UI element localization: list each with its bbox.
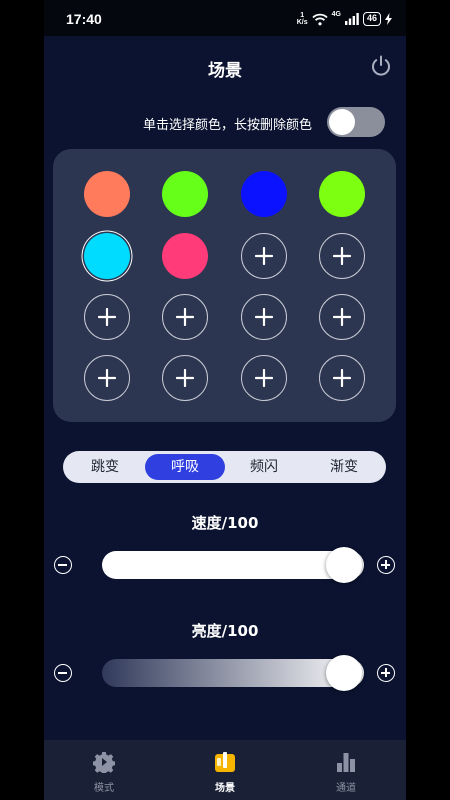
mode-tabs: 跳变 呼吸 频闪 渐变 (63, 451, 386, 483)
brightness-slider-thumb[interactable] (326, 655, 363, 691)
page-title: 场景 (208, 61, 242, 81)
network-speed-icon: 1 K/s (297, 12, 308, 26)
mode-tab[interactable]: 渐变 (304, 454, 384, 480)
add-color-button[interactable] (162, 355, 208, 401)
bar-chart-icon (337, 753, 355, 772)
brightness-decrease-button[interactable] (54, 664, 72, 682)
plus-icon (333, 247, 351, 265)
speed-label: 速度/100 (191, 514, 259, 532)
mode-tab[interactable]: 频闪 (224, 454, 304, 480)
color-swatch[interactable] (241, 171, 287, 217)
mode-tab[interactable]: 呼吸 (145, 454, 225, 480)
network-type: 4G (331, 11, 341, 18)
nav-label-mode: 模式 (94, 783, 114, 794)
brightness-slider-track[interactable] (102, 659, 364, 687)
add-color-button[interactable] (319, 355, 365, 401)
gear-icon (93, 752, 115, 773)
status-time: 17:40 (66, 11, 102, 27)
color-swatch[interactable] (162, 233, 208, 279)
wifi-icon (312, 13, 328, 25)
app-screen: 17:40 1 K/s 4G 46 场景 单击选择颜色，长按删除颜色 跳变 呼吸… (44, 0, 406, 800)
nav-item-scene[interactable]: 场景 (165, 740, 285, 800)
speed-slider-track[interactable] (102, 551, 364, 579)
scene-icon (215, 752, 235, 772)
plus-icon (255, 308, 273, 326)
brightness-increase-button[interactable] (377, 664, 395, 682)
power-icon[interactable] (370, 55, 392, 77)
plus-icon (176, 308, 194, 326)
plus-icon (333, 308, 351, 326)
nav-item-mode[interactable]: 模式 (44, 740, 164, 800)
speed-slider-thumb[interactable] (326, 547, 363, 583)
nav-label-channel: 通道 (336, 783, 356, 794)
add-color-button[interactable] (241, 355, 287, 401)
add-color-button[interactable] (84, 294, 130, 340)
add-color-button[interactable] (319, 233, 365, 279)
add-color-button[interactable] (84, 355, 130, 401)
color-swatch[interactable] (319, 171, 365, 217)
status-icons: 1 K/s 4G 46 (297, 11, 392, 27)
add-color-button[interactable] (319, 294, 365, 340)
delete-mode-toggle[interactable] (327, 107, 385, 137)
plus-icon (98, 369, 116, 387)
plus-icon (255, 369, 273, 387)
battery-icon: 46 (362, 12, 381, 26)
bottom-nav: 模式 场景 通道 (44, 740, 406, 800)
plus-icon (176, 369, 194, 387)
color-swatch[interactable] (84, 171, 130, 217)
color-swatch[interactable] (84, 233, 130, 279)
color-grid-panel (53, 149, 396, 422)
color-swatch[interactable] (162, 171, 208, 217)
mode-tab[interactable]: 跳变 (65, 454, 145, 480)
plus-icon (98, 308, 116, 326)
status-bar: 17:40 1 K/s 4G 46 (44, 0, 406, 36)
brightness-label: 亮度/100 (191, 622, 259, 640)
plus-icon (255, 247, 273, 265)
add-color-button[interactable] (241, 233, 287, 279)
plus-icon (333, 369, 351, 387)
speed-increase-button[interactable] (377, 556, 395, 574)
delete-mode-hint: 单击选择颜色，长按删除颜色 (142, 118, 312, 133)
net-speed-unit: K/s (296, 19, 308, 26)
cellular-signal-icon (344, 13, 359, 25)
nav-item-channel[interactable]: 通道 (286, 740, 406, 800)
speed-decrease-button[interactable] (54, 556, 72, 574)
toggle-knob (329, 109, 355, 135)
net-speed-value: 1 (300, 12, 305, 19)
add-color-button[interactable] (241, 294, 287, 340)
charging-icon (385, 13, 392, 25)
add-color-button[interactable] (162, 294, 208, 340)
nav-label-scene: 场景 (215, 783, 235, 794)
